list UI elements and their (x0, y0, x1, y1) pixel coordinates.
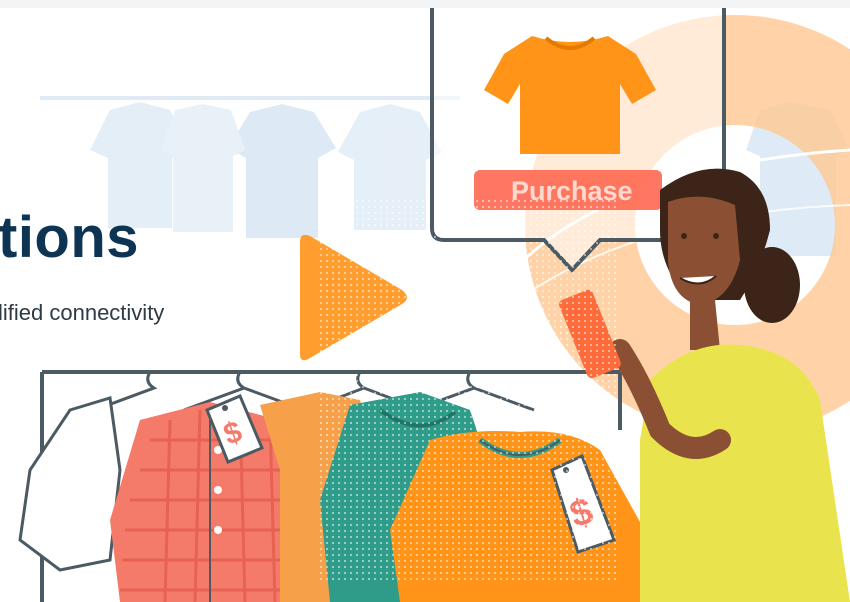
halftone-overlay (320, 200, 620, 580)
white-top (18, 396, 122, 572)
hero-headline: tions (0, 205, 140, 270)
hero-banner: $ $ tions lified connectivity Purchase (0, 0, 850, 602)
hero-subheadline: lified connectivity (0, 300, 165, 325)
purchase-button-label[interactable]: Purchase (511, 176, 633, 207)
